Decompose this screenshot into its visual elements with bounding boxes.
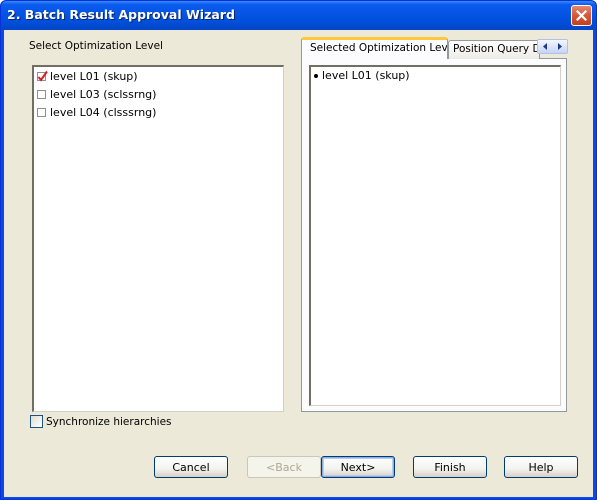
list-item[interactable]: level L04 (clsssrng) — [37, 104, 156, 120]
list-item-label: level L04 (clsssrng) — [50, 105, 157, 119]
list-item-label: level L01 (skup) — [50, 69, 138, 83]
synchronize-hierarchies-checkbox[interactable] — [30, 415, 43, 428]
dialog-body: Select Optimization Level level L01 (sku… — [4, 30, 593, 497]
wizard-window: 2. Batch Result Approval Wizard Select O… — [0, 0, 597, 500]
finish-button[interactable]: Finish — [413, 456, 487, 478]
cancel-button[interactable]: Cancel — [154, 456, 228, 478]
tab-position-query[interactable]: Position Query De — [448, 40, 540, 59]
select-optimization-level-heading: Select Optimization Level — [29, 40, 163, 52]
check-icon — [37, 70, 48, 82]
synchronize-hierarchies-row[interactable]: Synchronize hierarchies — [30, 415, 172, 428]
window-title: 2. Batch Result Approval Wizard — [7, 7, 235, 22]
close-icon — [576, 10, 587, 21]
title-bar[interactable]: 2. Batch Result Approval Wizard — [1, 1, 596, 30]
arrow-left-icon — [543, 43, 547, 50]
list-item-label: level L03 (sclssrng) — [50, 87, 157, 101]
synchronize-hierarchies-label: Synchronize hierarchies — [46, 415, 172, 428]
bullet-icon — [314, 73, 318, 78]
help-button[interactable]: Help — [504, 456, 578, 478]
tab-selected-optimization-level[interactable]: Selected Optimization Level — [301, 37, 448, 59]
selected-level-list[interactable]: level L01 (skup) — [309, 65, 561, 406]
list-item-label: level L01 (skup) — [322, 69, 410, 82]
close-button[interactable] — [571, 5, 592, 26]
tab-panel: level L01 (skup) — [301, 58, 567, 412]
tab-scroll-left-button[interactable] — [538, 40, 553, 53]
checkbox-unchecked[interactable] — [37, 107, 46, 117]
checkbox-checked[interactable] — [37, 70, 48, 82]
tab-scroll-right-button[interactable] — [553, 40, 568, 53]
optimization-level-list[interactable]: level L01 (skup) level L03 (sclssrng) le… — [32, 65, 284, 412]
arrow-right-icon — [558, 43, 562, 50]
list-item[interactable]: level L01 (skup) — [37, 68, 138, 84]
tab-label: Position Query De — [453, 43, 540, 55]
tab-label: Selected Optimization Level — [310, 42, 448, 54]
tab-scroll-buttons — [537, 39, 568, 54]
checkbox-unchecked[interactable] — [37, 89, 46, 99]
back-button[interactable]: <Back — [247, 456, 321, 478]
list-item: level L01 (skup) — [314, 69, 410, 82]
list-item[interactable]: level L03 (sclssrng) — [37, 86, 156, 102]
next-button[interactable]: Next> — [321, 456, 395, 478]
